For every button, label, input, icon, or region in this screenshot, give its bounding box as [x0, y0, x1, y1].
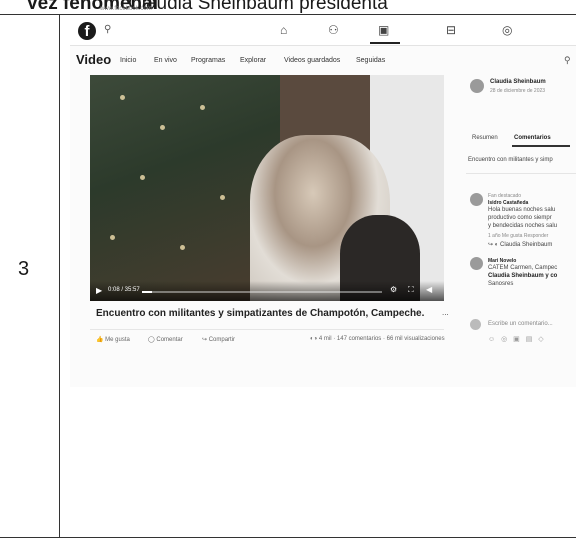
- table-column-divider: [59, 14, 60, 538]
- browser-url: www.facebook.com: [100, 6, 152, 12]
- video-player[interactable]: ▶ 0:08 / 35:57 ⚙ ⛶ ◀: [90, 75, 444, 301]
- author-name[interactable]: Claudia Sheinbaum: [490, 79, 546, 85]
- playback-time: 0:08 / 35:57: [108, 287, 140, 293]
- post-stats-text: 4 mil · 147 comentarios · 66 mil visuali…: [318, 336, 445, 342]
- video-caption: Encuentro con militantes y simpatizantes…: [96, 308, 425, 319]
- sidebar-divider: [466, 173, 576, 174]
- tab-comentarios[interactable]: Comentarios: [514, 135, 551, 141]
- active-tab-indicator: [512, 145, 570, 147]
- tree-light: [120, 95, 125, 100]
- tab-videos-guardados[interactable]: Videos guardados: [284, 57, 340, 64]
- commenter-avatar[interactable]: [470, 193, 483, 206]
- comment-line: Sanosres: [488, 281, 514, 287]
- friends-icon[interactable]: ⚇: [328, 23, 339, 37]
- video-icon[interactable]: ▣: [378, 23, 389, 37]
- tab-explorar[interactable]: Explorar: [240, 57, 266, 64]
- comment-input-icons[interactable]: ☺ ◎ ▣ ▤ ◇: [488, 335, 546, 343]
- tree-light: [220, 195, 225, 200]
- facebook-logo-icon[interactable]: f: [78, 22, 96, 40]
- commenter-name[interactable]: Mari Novelo: [488, 258, 516, 264]
- tree-light: [180, 245, 185, 250]
- tab-en-vivo[interactable]: En vivo: [154, 57, 177, 64]
- commenter-avatar[interactable]: [470, 257, 483, 270]
- commenter-name[interactable]: Isidro Castañeda: [488, 200, 528, 206]
- video-search-icon[interactable]: ⚲: [564, 55, 571, 66]
- share-label: Compartir: [208, 337, 236, 343]
- comment-meta[interactable]: 1 año Me gusta Responder: [488, 233, 548, 239]
- play-icon[interactable]: ▶: [96, 286, 102, 295]
- comment-line: Claudia Sheinbaum y co: [488, 273, 558, 279]
- volume-icon[interactable]: ◀: [426, 285, 432, 294]
- tab-inicio[interactable]: Inicio: [120, 57, 136, 64]
- fullscreen-icon[interactable]: ⛶: [408, 285, 414, 295]
- facebook-screenshot: f ⚲ ⌂ ⚇ ▣ ⊟ ◎ Video Inicio En vivo Progr…: [70, 15, 576, 387]
- tab-seguidas[interactable]: Seguidas: [356, 57, 385, 64]
- document-header-strip: Vez fenomenal Claudia Sheinbaum presiden…: [0, 0, 576, 14]
- tree-light: [160, 125, 165, 130]
- share-button[interactable]: ↪ Compartir: [202, 336, 235, 343]
- comment-line: CATEM Carmen, Campec: [488, 265, 558, 271]
- settings-icon[interactable]: ⚙: [390, 285, 397, 294]
- nav-active-indicator: [370, 42, 400, 44]
- fan-badge: Fan destacado: [488, 193, 522, 199]
- like-button[interactable]: 👍 Me gusta: [96, 336, 130, 343]
- comment-line: productivo como siempr: [488, 215, 552, 221]
- tree-light: [140, 175, 145, 180]
- player-controls: ▶ 0:08 / 35:57 ⚙ ⛶ ◀: [90, 281, 444, 301]
- reply-author[interactable]: ↪ ◐ Claudia Sheinbaum: [488, 241, 552, 248]
- tab-programas[interactable]: Programas: [191, 57, 225, 64]
- tab-resumen[interactable]: Resumen: [472, 135, 498, 141]
- video-section-title: Video: [76, 52, 112, 67]
- tree-light: [200, 105, 205, 110]
- row-number: 3: [18, 258, 30, 280]
- video-section-header: Video Inicio En vivo Programas Explorar …: [70, 48, 576, 70]
- comment-label: Comentar: [156, 337, 183, 343]
- comment-line: Hola buenas noches salu: [488, 207, 556, 213]
- comment-input[interactable]: Escribe un comentario...: [488, 321, 553, 327]
- comments-sidebar: Claudia Sheinbaum 28 de diciembre de 202…: [466, 75, 576, 375]
- gaming-icon[interactable]: ◎: [502, 23, 512, 37]
- marketplace-icon[interactable]: ⊟: [446, 23, 456, 37]
- header-rest-text: Claudia Sheinbaum presidenta: [128, 0, 388, 14]
- reply-author-name: Claudia Sheinbaum: [500, 242, 553, 248]
- progress-bar[interactable]: [142, 291, 382, 293]
- post-actions-bar: 👍 Me gusta ◯ Comentar ↪ Compartir ◐◑ 4 m…: [90, 329, 445, 354]
- progress-fill: [142, 291, 152, 293]
- post-stats: ◐◑ 4 mil · 147 comentarios · 66 mil visu…: [310, 336, 445, 342]
- comment-button[interactable]: ◯ Comentar: [148, 336, 183, 343]
- home-icon[interactable]: ⌂: [280, 23, 287, 37]
- search-icon[interactable]: ⚲: [104, 24, 111, 35]
- tree-light: [110, 235, 115, 240]
- post-date: 28 de diciembre de 2023: [490, 88, 546, 94]
- comment-line: y bendecidas noches salu: [488, 223, 558, 229]
- like-label: Me gusta: [105, 337, 130, 343]
- top-navbar: f ⚲ ⌂ ⚇ ▣ ⊟ ◎: [70, 15, 576, 46]
- my-avatar: [470, 319, 481, 330]
- post-description: Encuentro con militantes y simp: [468, 157, 553, 163]
- author-avatar[interactable]: [470, 79, 484, 93]
- more-options-button[interactable]: ...: [442, 308, 449, 317]
